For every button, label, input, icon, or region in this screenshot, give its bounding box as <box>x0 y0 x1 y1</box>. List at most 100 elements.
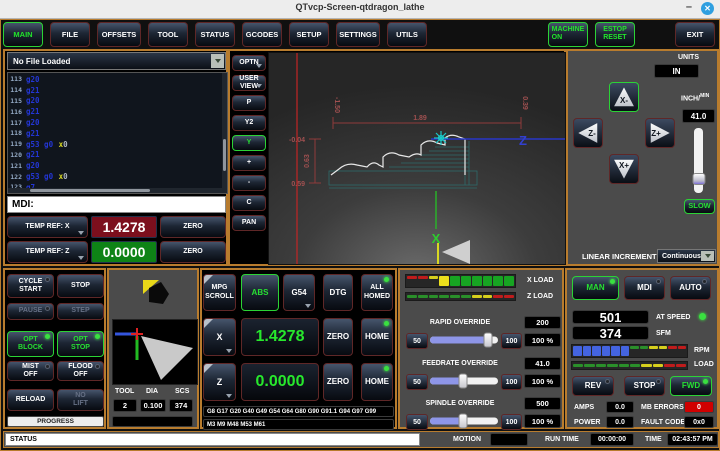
temp-ref-x-zero-button[interactable]: ZERO <box>160 216 226 238</box>
temp-ref-x-button[interactable]: TEMP REF: X <box>7 216 88 238</box>
temp-ref-z-value: 0.0000 <box>91 241 157 263</box>
temp-ref-z-button[interactable]: TEMP REF: Z <box>7 241 88 263</box>
reload-button[interactable]: RELOAD <box>7 389 54 411</box>
run-time-label: RUN TIME <box>545 436 579 443</box>
gcode-line[interactable]: 115g20 <box>8 96 227 107</box>
step-button[interactable]: STEP <box>57 303 104 320</box>
jog-rate-slider[interactable] <box>694 128 703 193</box>
opt-stop-button[interactable]: OPT STOP <box>57 331 104 357</box>
auto-button[interactable]: AUTO <box>670 276 711 300</box>
feedrate-min-button[interactable]: 50 <box>406 374 428 390</box>
axis-z-button[interactable]: Z <box>203 363 236 401</box>
no-lift-button[interactable]: NO LIFT <box>57 389 104 411</box>
rapid-max-button[interactable]: 100 <box>501 333 522 349</box>
opt-stop-label: OPT STOP <box>71 336 90 352</box>
abs-button[interactable]: ABS <box>241 274 279 311</box>
home-z-button[interactable]: HOME <box>361 363 393 401</box>
rev-button[interactable]: REV <box>572 376 614 396</box>
stop-button[interactable]: STOP <box>57 274 104 298</box>
close-icon[interactable]: ✕ <box>701 2 714 15</box>
dtg-button[interactable]: DTG <box>323 274 353 311</box>
rapid-override-slider[interactable] <box>430 333 498 347</box>
dro-panel: MPG SCROLL ABS G54 DTG ALL HOMED X 1.427… <box>200 268 397 429</box>
chevron-down-icon[interactable] <box>211 54 224 68</box>
temp-ref-z-zero-button[interactable]: ZERO <box>160 241 226 263</box>
pause-button[interactable]: PAUSE <box>7 303 54 320</box>
gcode-view[interactable]: 113g20114g21115g20116g21117g20118g21119g… <box>7 72 228 194</box>
gcode-line[interactable]: 113g20 <box>8 74 227 85</box>
jog-rate-value: 41.0 <box>682 109 715 123</box>
opt-block-button[interactable]: OPT BLOCK <box>7 331 54 357</box>
spindle-override-slider[interactable] <box>430 414 498 428</box>
linear-increment-combo[interactable]: Continuous <box>657 249 716 263</box>
view-button-user-view[interactable]: USER VIEW <box>232 75 266 91</box>
flood-button[interactable]: FLOOD OFF <box>57 361 104 381</box>
tab-status[interactable]: STATUS <box>195 22 235 47</box>
gcode-hscrollbar[interactable] <box>8 188 222 193</box>
gcode-line[interactable]: 120g21 <box>8 150 227 161</box>
tab-tool[interactable]: TOOL <box>148 22 188 47</box>
active-gcodes: G8 G17 G20 G40 G49 G54 G64 G80 G90 G91.1… <box>203 406 394 417</box>
view-button-+[interactable]: + <box>232 155 266 171</box>
dim-height: 0.63 <box>304 154 311 168</box>
gcode-line[interactable]: 121g20 <box>8 160 227 171</box>
view-button-y2[interactable]: Y2 <box>232 115 266 131</box>
exit-button[interactable]: EXIT <box>675 22 715 47</box>
slow-button[interactable]: SLOW <box>684 199 715 214</box>
mpg-scroll-button[interactable]: MPG SCROLL <box>203 274 236 311</box>
g54-button[interactable]: G54 <box>283 274 315 311</box>
spindle-max-button[interactable]: 100 <box>501 414 522 430</box>
tab-main[interactable]: MAIN <box>3 22 43 47</box>
gcode-line[interactable]: 116g21 <box>8 106 227 117</box>
tab-offsets[interactable]: OFFSETS <box>97 22 141 47</box>
estop-reset-button[interactable]: ESTOP RESET <box>595 22 635 47</box>
tab-utils[interactable]: UTILS <box>387 22 427 47</box>
jog-rate-slider-handle[interactable] <box>692 173 705 185</box>
all-homed-button[interactable]: ALL HOMED <box>361 274 393 311</box>
mist-button[interactable]: MIST OFF <box>7 361 54 381</box>
gcode-line[interactable]: 118g21 <box>8 128 227 139</box>
view-button-y[interactable]: Y <box>232 135 266 151</box>
minimize-icon[interactable]: – <box>686 1 692 13</box>
fwd-button[interactable]: FWD <box>670 376 712 396</box>
mdi-button[interactable]: MDI <box>624 276 665 300</box>
scs-label: SCS <box>175 388 189 395</box>
machine-on-button[interactable]: MACHINE ON <box>548 22 588 47</box>
chevron-down-icon[interactable] <box>701 251 714 261</box>
zero-z-button[interactable]: ZERO <box>323 363 353 401</box>
tab-file[interactable]: FILE <box>50 22 90 47</box>
feedrate-max-button[interactable]: 100 <box>501 374 522 390</box>
mdi-input[interactable]: MDI: <box>7 196 226 213</box>
home-x-button[interactable]: HOME <box>361 318 393 356</box>
view-button-optn[interactable]: OPTN <box>232 55 266 71</box>
view-button-c[interactable]: C <box>232 195 266 211</box>
mist-label: MIST OFF <box>22 363 39 379</box>
zero-x-button[interactable]: ZERO <box>323 318 353 356</box>
feedrate-override-slider[interactable] <box>430 374 498 388</box>
jog-z-plus-button[interactable]: Z+ <box>645 118 675 148</box>
man-button[interactable]: MAN <box>572 276 619 300</box>
gcode-line[interactable]: 114g21 <box>8 85 227 96</box>
view-button-pan[interactable]: PAN <box>232 215 266 231</box>
gcode-plot[interactable]: 1.89 -1.50 0.39 -0.04 0.63 0.59 <box>268 52 566 265</box>
file-combo[interactable]: No File Loaded <box>7 52 226 70</box>
cycle-start-button[interactable]: CYCLE START <box>7 274 54 298</box>
gcode-line[interactable]: 117g20 <box>8 117 227 128</box>
spindle-min-button[interactable]: 50 <box>406 414 428 430</box>
view-button--[interactable]: - <box>232 175 266 191</box>
jog-x-minus-button[interactable]: X- <box>609 82 639 112</box>
tab-gcodes[interactable]: GCODES <box>242 22 282 47</box>
tab-settings[interactable]: SETTINGS <box>336 22 380 47</box>
gcode-vscrollbar[interactable] <box>222 73 227 193</box>
view-button-p[interactable]: P <box>232 95 266 111</box>
spindle-stop-button[interactable]: STOP <box>624 376 665 396</box>
jog-z-minus-button[interactable]: Z- <box>573 118 603 148</box>
gcode-line[interactable]: 122g53 g0 x0 <box>8 171 227 182</box>
axis-x-button[interactable]: X <box>203 318 236 356</box>
sfm-value: 374 <box>572 326 649 340</box>
tab-setup[interactable]: SETUP <box>289 22 329 47</box>
jog-x-plus-button[interactable]: X+ <box>609 154 639 184</box>
all-homed-label: ALL HOMED <box>364 284 390 300</box>
gcode-line[interactable]: 119g53 g0 x0 <box>8 139 227 150</box>
rapid-min-button[interactable]: 50 <box>406 333 428 349</box>
